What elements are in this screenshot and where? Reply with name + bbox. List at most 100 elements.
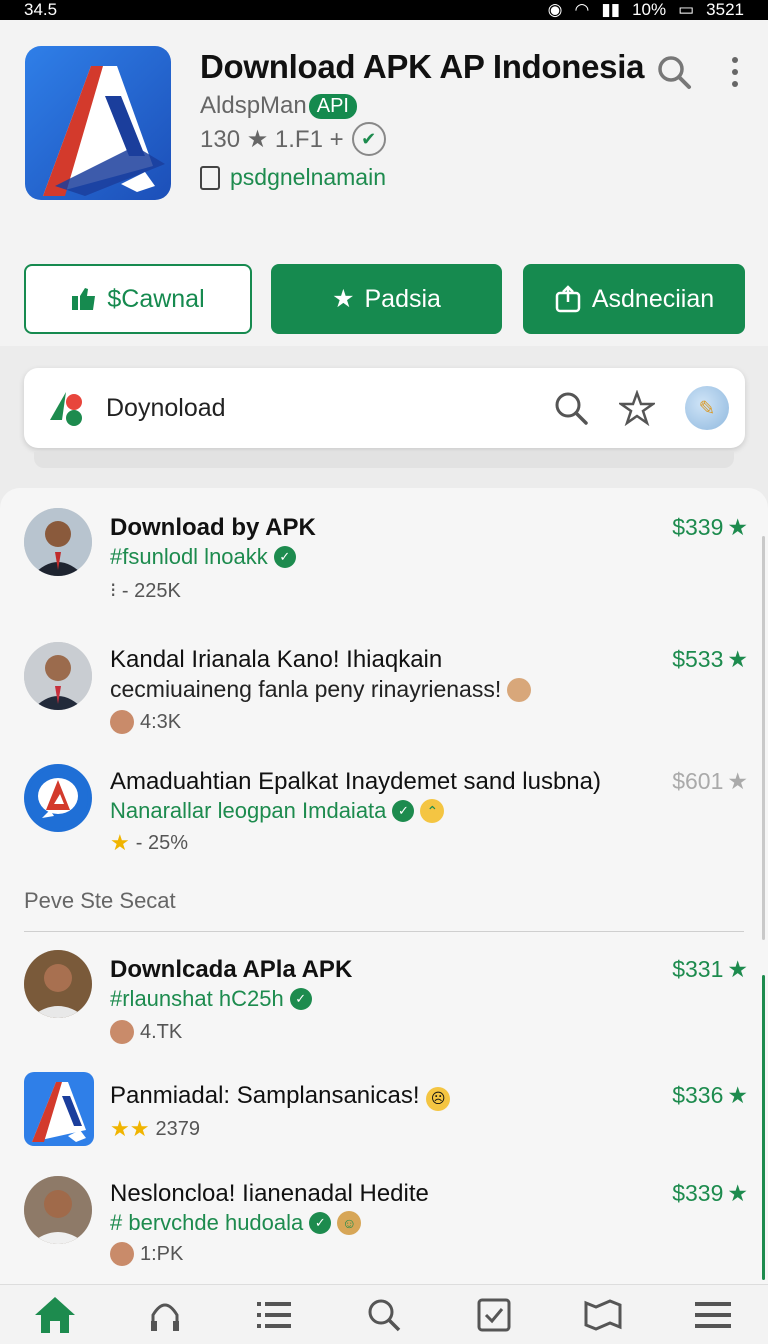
emoji-icon: ☹ [426, 1086, 451, 1111]
price-text: $601 [672, 768, 724, 794]
leaf-icon: ✓ [309, 1212, 332, 1234]
checkbox-icon[interactable] [469, 1290, 519, 1340]
list-item-title: Downlcada APla APK [110, 956, 353, 983]
google-logo-icon [50, 392, 82, 426]
star-icon: ★ [727, 1082, 748, 1108]
package-name: psdgnelnamain [230, 164, 387, 190]
download-button-label: $Cawnal [107, 284, 205, 313]
developer-line: AldspMan API [200, 92, 357, 120]
status-number: 3521 [706, 0, 744, 19]
scrollbar-active[interactable] [762, 975, 765, 1280]
app-title: Download APK AP Indonesia [200, 48, 645, 85]
status-time: 34.5 [24, 0, 58, 19]
list-item-price: $331 ★ [672, 956, 748, 983]
price-text: $339 [672, 1180, 724, 1206]
headphones-icon[interactable] [140, 1290, 190, 1340]
list-item-subtitle: # bervchde hudoala ✓ ☺ [110, 1210, 362, 1236]
api-badge: API [308, 93, 357, 119]
list-item-title: Nesloncloa! Iianenadal Hedite [110, 1180, 429, 1207]
list-item-title: Kandal Irianala Kano! Ihiaqkain [110, 646, 443, 673]
wifi-icon: ◠ [574, 0, 590, 19]
leaf-icon: ✓ [289, 988, 312, 1010]
leaf-icon: ✓ [392, 800, 415, 822]
list-item-meta-text: 1:PK [140, 1242, 184, 1265]
menu-icon[interactable] [688, 1290, 738, 1340]
battery-icon: ▭ [678, 0, 695, 19]
rating-line: 130 ★ 1.F1 + ✔ [200, 122, 386, 156]
search-bar[interactable]: Doynoload ✎ [24, 368, 745, 448]
list-item-subtitle: #fsunlodl lnoakk ✓ [110, 544, 296, 570]
star-icon: ★ [727, 646, 748, 672]
share-icon [555, 285, 581, 313]
list-item-subtitle-text: cecmiuaineng fanla peny rinayrienass! [110, 676, 502, 702]
app-icon [24, 1072, 94, 1146]
list-item-meta: ⁝ - 225K [110, 580, 181, 602]
thumbs-up-icon [72, 288, 96, 310]
list-item-meta-text: 2379 [155, 1117, 200, 1140]
battery-percent: 10% [632, 0, 667, 19]
list-item-subtitle-text: # bervchde hudoala [110, 1210, 304, 1235]
star-icon: ★ [727, 514, 748, 540]
home-icon[interactable] [30, 1290, 80, 1340]
star-icon: ★ [332, 285, 355, 313]
list-item-subtitle-text: Nanarallar leogpan Imdaiata [110, 798, 387, 823]
location-icon: ◉ [547, 0, 563, 19]
app-icon [24, 764, 92, 832]
list-item-meta-text: 4.TK [140, 1020, 183, 1043]
list-item-price: $533 ★ [672, 646, 748, 673]
list-item-title-text: Panmiadal: Samplansanicas! [110, 1082, 420, 1109]
list-item-subtitle-text: #rlaunshat hC25h [110, 986, 284, 1011]
rate-button[interactable]: ★ Padsia [271, 264, 502, 334]
list-item-subtitle: Nanarallar leogpan Imdaiata ✓ ⌃ [110, 798, 445, 824]
rating-text: 130 ★ 1.F1 + [200, 125, 344, 153]
app-icon[interactable] [25, 46, 171, 200]
app-list [0, 488, 768, 1284]
star-icon: ★ [727, 1180, 748, 1206]
stars-icon: ★★ [110, 1116, 150, 1141]
status-bar: 34.5 ◉ ◠ ▮▮ 10% ▭ 3521 [0, 0, 768, 20]
section-title: Peve Ste Secat [24, 888, 176, 913]
emoji-icon: ☺ [337, 1211, 362, 1235]
list-item-subtitle-text: #fsunlodl lnoakk [110, 544, 268, 569]
device-icon [200, 165, 220, 190]
download-button[interactable]: $Cawnal [24, 264, 252, 334]
map-icon[interactable] [578, 1290, 628, 1340]
signal-icon: ▮▮ [601, 0, 621, 19]
list-item-subtitle: cecmiuaineng fanla peny rinayrienass! [110, 676, 532, 703]
list-icon[interactable] [249, 1290, 299, 1340]
scrollbar[interactable] [762, 536, 765, 940]
emoji-icon: ⌃ [420, 799, 445, 823]
list-item-price: $339 ★ [672, 1180, 748, 1207]
avatar [110, 710, 134, 734]
avatar [24, 950, 92, 1018]
status-indicators: ◉ ◠ ▮▮ 10% ▭ 3521 [548, 0, 744, 20]
share-button-label: Asdneciian [591, 284, 715, 313]
leaf-icon: ✓ [273, 546, 296, 568]
section-divider [24, 931, 744, 932]
list-item-meta: 4:3K [110, 710, 181, 734]
avatar [24, 508, 92, 576]
rate-button-label: Padsia [364, 284, 441, 313]
star-icon: ★ [727, 768, 748, 794]
star-outline-icon[interactable] [619, 390, 655, 426]
search-bar-label: Doynoload [106, 393, 226, 422]
avatar [24, 1176, 92, 1244]
list-item-title: Panmiadal: Samplansanicas! ☹ [110, 1082, 451, 1111]
developer-name[interactable]: AldspMan [200, 92, 307, 120]
list-item-price: $601 ★ [672, 768, 748, 795]
content-rating-icon: ✔ [351, 122, 386, 156]
star-icon: ★ [110, 830, 130, 855]
avatar [110, 1020, 134, 1044]
search-icon[interactable] [553, 390, 589, 426]
share-button[interactable]: Asdneciian [523, 264, 745, 334]
more-options-icon[interactable] [722, 54, 748, 95]
price-text: $336 [672, 1082, 724, 1108]
search-icon[interactable] [359, 1290, 409, 1340]
price-text: $331 [672, 956, 724, 982]
list-item-meta-text: 4:3K [140, 710, 182, 733]
search-icon[interactable] [656, 54, 692, 95]
avatar[interactable]: ✎ [685, 386, 729, 430]
list-item-title: Download by APK [110, 514, 316, 541]
list-item-title: Amaduahtian Epalkat Inaydemet sand lusbn… [110, 768, 601, 795]
list-item-meta-text: - 25% [135, 831, 188, 854]
